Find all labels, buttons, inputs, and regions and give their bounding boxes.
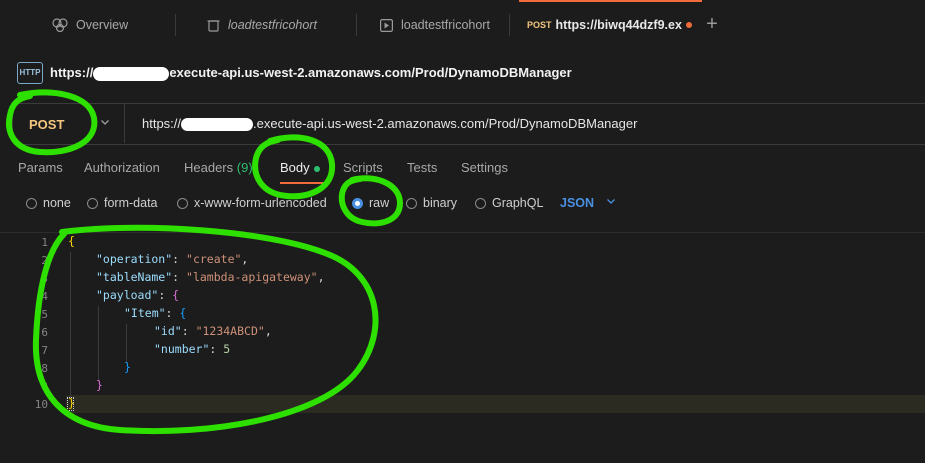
line-number: 2 — [41, 254, 48, 267]
code-line: "operation": "create", — [96, 252, 249, 266]
divider — [124, 104, 125, 143]
code-token: "tableName" — [96, 270, 173, 284]
text-cursor — [67, 397, 74, 411]
tab-label: Overview — [76, 18, 129, 32]
tab-label: https://biwq44dzf9.ex — [555, 18, 682, 32]
tab-body-label: Body — [280, 160, 310, 175]
tab-active-request[interactable]: POST https://biwq44dzf9.ex — [519, 0, 702, 50]
current-line-highlight — [66, 395, 925, 413]
tab-headers[interactable]: Headers (9) — [184, 160, 253, 175]
code-line: "Item": { — [124, 306, 187, 320]
request-title-suffix: execute-api.us-west-2.amazonaws.com/Prod… — [169, 65, 572, 80]
format-select[interactable]: JSON — [560, 196, 594, 210]
radio-label: GraphQL — [492, 196, 544, 210]
tab-authorization[interactable]: Authorization — [84, 160, 160, 175]
radio-button[interactable] — [475, 197, 486, 209]
radio-label: raw — [369, 196, 390, 210]
trash-icon — [207, 20, 220, 32]
line-number: 4 — [41, 290, 48, 303]
url-suffix: .execute-api.us-west-2.amazonaws.com/Pro… — [253, 116, 638, 131]
code-token: "number" — [154, 342, 210, 356]
overview-icon — [52, 18, 68, 32]
tab-overview[interactable]: Overview — [52, 0, 176, 50]
tab-method-badge: POST — [527, 20, 552, 30]
url-input[interactable]: https:// .execute-api.us-west-2.amazonaws… — [142, 116, 638, 132]
line-number: 8 — [41, 362, 48, 375]
indent-guide — [126, 324, 127, 362]
chevron-down-icon[interactable] — [100, 116, 110, 130]
radio-none[interactable]: none — [26, 196, 71, 210]
line-number: 9 — [41, 380, 48, 393]
line-number: 10 — [34, 398, 48, 411]
indent-guide — [70, 252, 71, 398]
code-line: } — [124, 360, 131, 374]
line-number: 1 — [41, 236, 48, 249]
code-token: } — [124, 360, 131, 374]
code-line: } — [96, 378, 103, 392]
code-line: "number": 5 — [154, 342, 231, 356]
code-token: "create" — [186, 252, 242, 266]
tab-scripts[interactable]: Scripts — [343, 160, 383, 175]
radio-raw[interactable]: raw — [352, 196, 389, 210]
radio-button[interactable] — [26, 197, 37, 209]
tab-label: loadtestfricohort — [401, 18, 490, 32]
body-active-dot-icon — [313, 165, 320, 172]
tab-settings[interactable]: Settings — [461, 160, 508, 175]
code-token: "operation" — [96, 252, 173, 266]
redaction-mark — [181, 118, 254, 132]
line-number: 5 — [41, 308, 48, 321]
request-title[interactable]: https:// execute-api.us-west-2.amazonaws.… — [50, 65, 572, 81]
tab-runner[interactable]: loadtestfricohort — [380, 0, 510, 50]
code-token: } — [96, 378, 103, 392]
radio-button[interactable] — [177, 197, 188, 209]
method-select[interactable]: POST — [29, 117, 64, 132]
code-token: "payload" — [96, 288, 159, 302]
code-token: "lambda-apigateway" — [186, 270, 318, 284]
code-token: { — [68, 234, 75, 248]
code-token: "id" — [154, 324, 182, 338]
code-token: "1234ABCD" — [195, 324, 265, 338]
tab-tests[interactable]: Tests — [407, 160, 437, 175]
indent-guide — [98, 306, 99, 380]
radio-form-data[interactable]: form-data — [87, 196, 158, 210]
tab-headers-label: Headers — [184, 160, 234, 175]
radio-label: binary — [423, 196, 458, 210]
tab-label: loadtestfricohort — [228, 18, 317, 32]
play-icon — [380, 18, 393, 32]
code-line: "tableName": "lambda-apigateway", — [96, 270, 325, 284]
code-token: 5 — [223, 342, 231, 356]
url-prefix: https:// — [142, 116, 182, 131]
active-tab-underline — [280, 182, 328, 184]
redaction-mark — [93, 66, 170, 81]
radio-label: x-www-form-urlencoded — [194, 196, 327, 210]
radio-graphql[interactable]: GraphQL — [475, 196, 543, 210]
headers-count: (9) — [236, 160, 253, 175]
line-number: 6 — [41, 326, 48, 339]
code-editor[interactable] — [0, 232, 925, 463]
line-number: 3 — [41, 272, 48, 285]
radio-button[interactable] — [87, 197, 98, 209]
radio-button-selected[interactable] — [352, 197, 363, 209]
code-line: "id": "1234ABCD", — [154, 324, 272, 338]
chevron-down-icon[interactable] — [606, 196, 616, 209]
tab-collection[interactable]: loadtestfricohort — [207, 0, 357, 50]
radio-urlencoded[interactable]: x-www-form-urlencoded — [177, 196, 327, 210]
tab-body[interactable]: Body — [280, 160, 320, 175]
radio-button[interactable] — [406, 197, 417, 209]
request-title-prefix: https:// — [50, 65, 94, 80]
code-line: { — [68, 234, 75, 248]
tab-params[interactable]: Params — [18, 160, 63, 175]
new-tab-button[interactable]: + — [702, 12, 722, 36]
radio-binary[interactable]: binary — [406, 196, 457, 210]
unsaved-dot-icon — [685, 22, 692, 28]
radio-label: form-data — [104, 196, 158, 210]
code-line: "payload": { — [96, 288, 180, 302]
line-number: 7 — [41, 344, 48, 357]
http-icon: HTTP — [17, 62, 43, 84]
code-token: "Item" — [124, 306, 166, 320]
radio-label: none — [43, 196, 71, 210]
